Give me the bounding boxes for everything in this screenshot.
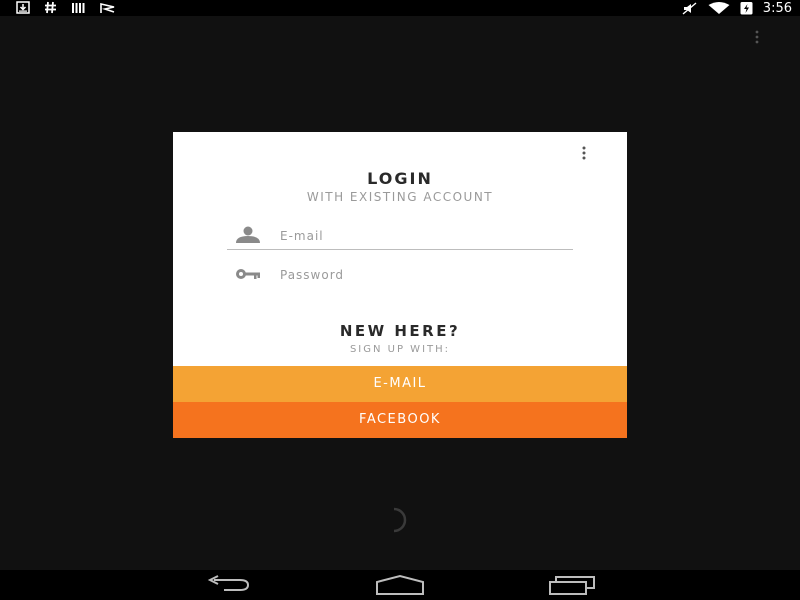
barcode-icon [72, 2, 85, 13]
login-subtitle: WITH EXISTING ACCOUNT [306, 190, 494, 204]
recents-icon[interactable] [548, 574, 596, 596]
email-field[interactable] [227, 220, 573, 250]
battery-icon [740, 2, 753, 15]
home-icon[interactable] [375, 574, 425, 596]
key-icon [236, 269, 260, 279]
back-icon[interactable] [206, 574, 252, 596]
overflow-menu-icon[interactable] [754, 30, 760, 44]
password-field[interactable] [227, 259, 573, 289]
download-icon [16, 1, 30, 14]
loading-spinner-icon [393, 507, 407, 533]
navigation-bar [0, 570, 800, 600]
signup-title: NEW HERE? [339, 322, 461, 340]
status-time: 3:56 [762, 0, 792, 16]
status-icons-right: 3:56 [682, 0, 792, 16]
card-overflow-menu-icon[interactable] [581, 146, 587, 160]
hash-icon [45, 1, 56, 14]
status-bar: 3:56 [0, 0, 800, 16]
signup-email-button[interactable]: E-MAIL [173, 366, 627, 402]
mute-icon [682, 1, 697, 15]
email-input[interactable] [280, 226, 560, 246]
signup-subtitle: SIGN UP WITH: [349, 344, 451, 355]
notification-flag-icon [100, 2, 115, 13]
login-title: LOGIN [367, 169, 433, 188]
wifi-icon [708, 1, 730, 14]
signup-facebook-button[interactable]: FACEBOOK [173, 402, 627, 438]
status-icons-left [16, 1, 116, 14]
login-card: LOGIN WITH EXISTING ACCOUNT NEW HERE? SI… [173, 132, 627, 438]
password-input[interactable] [280, 265, 560, 285]
user-icon [236, 226, 260, 243]
